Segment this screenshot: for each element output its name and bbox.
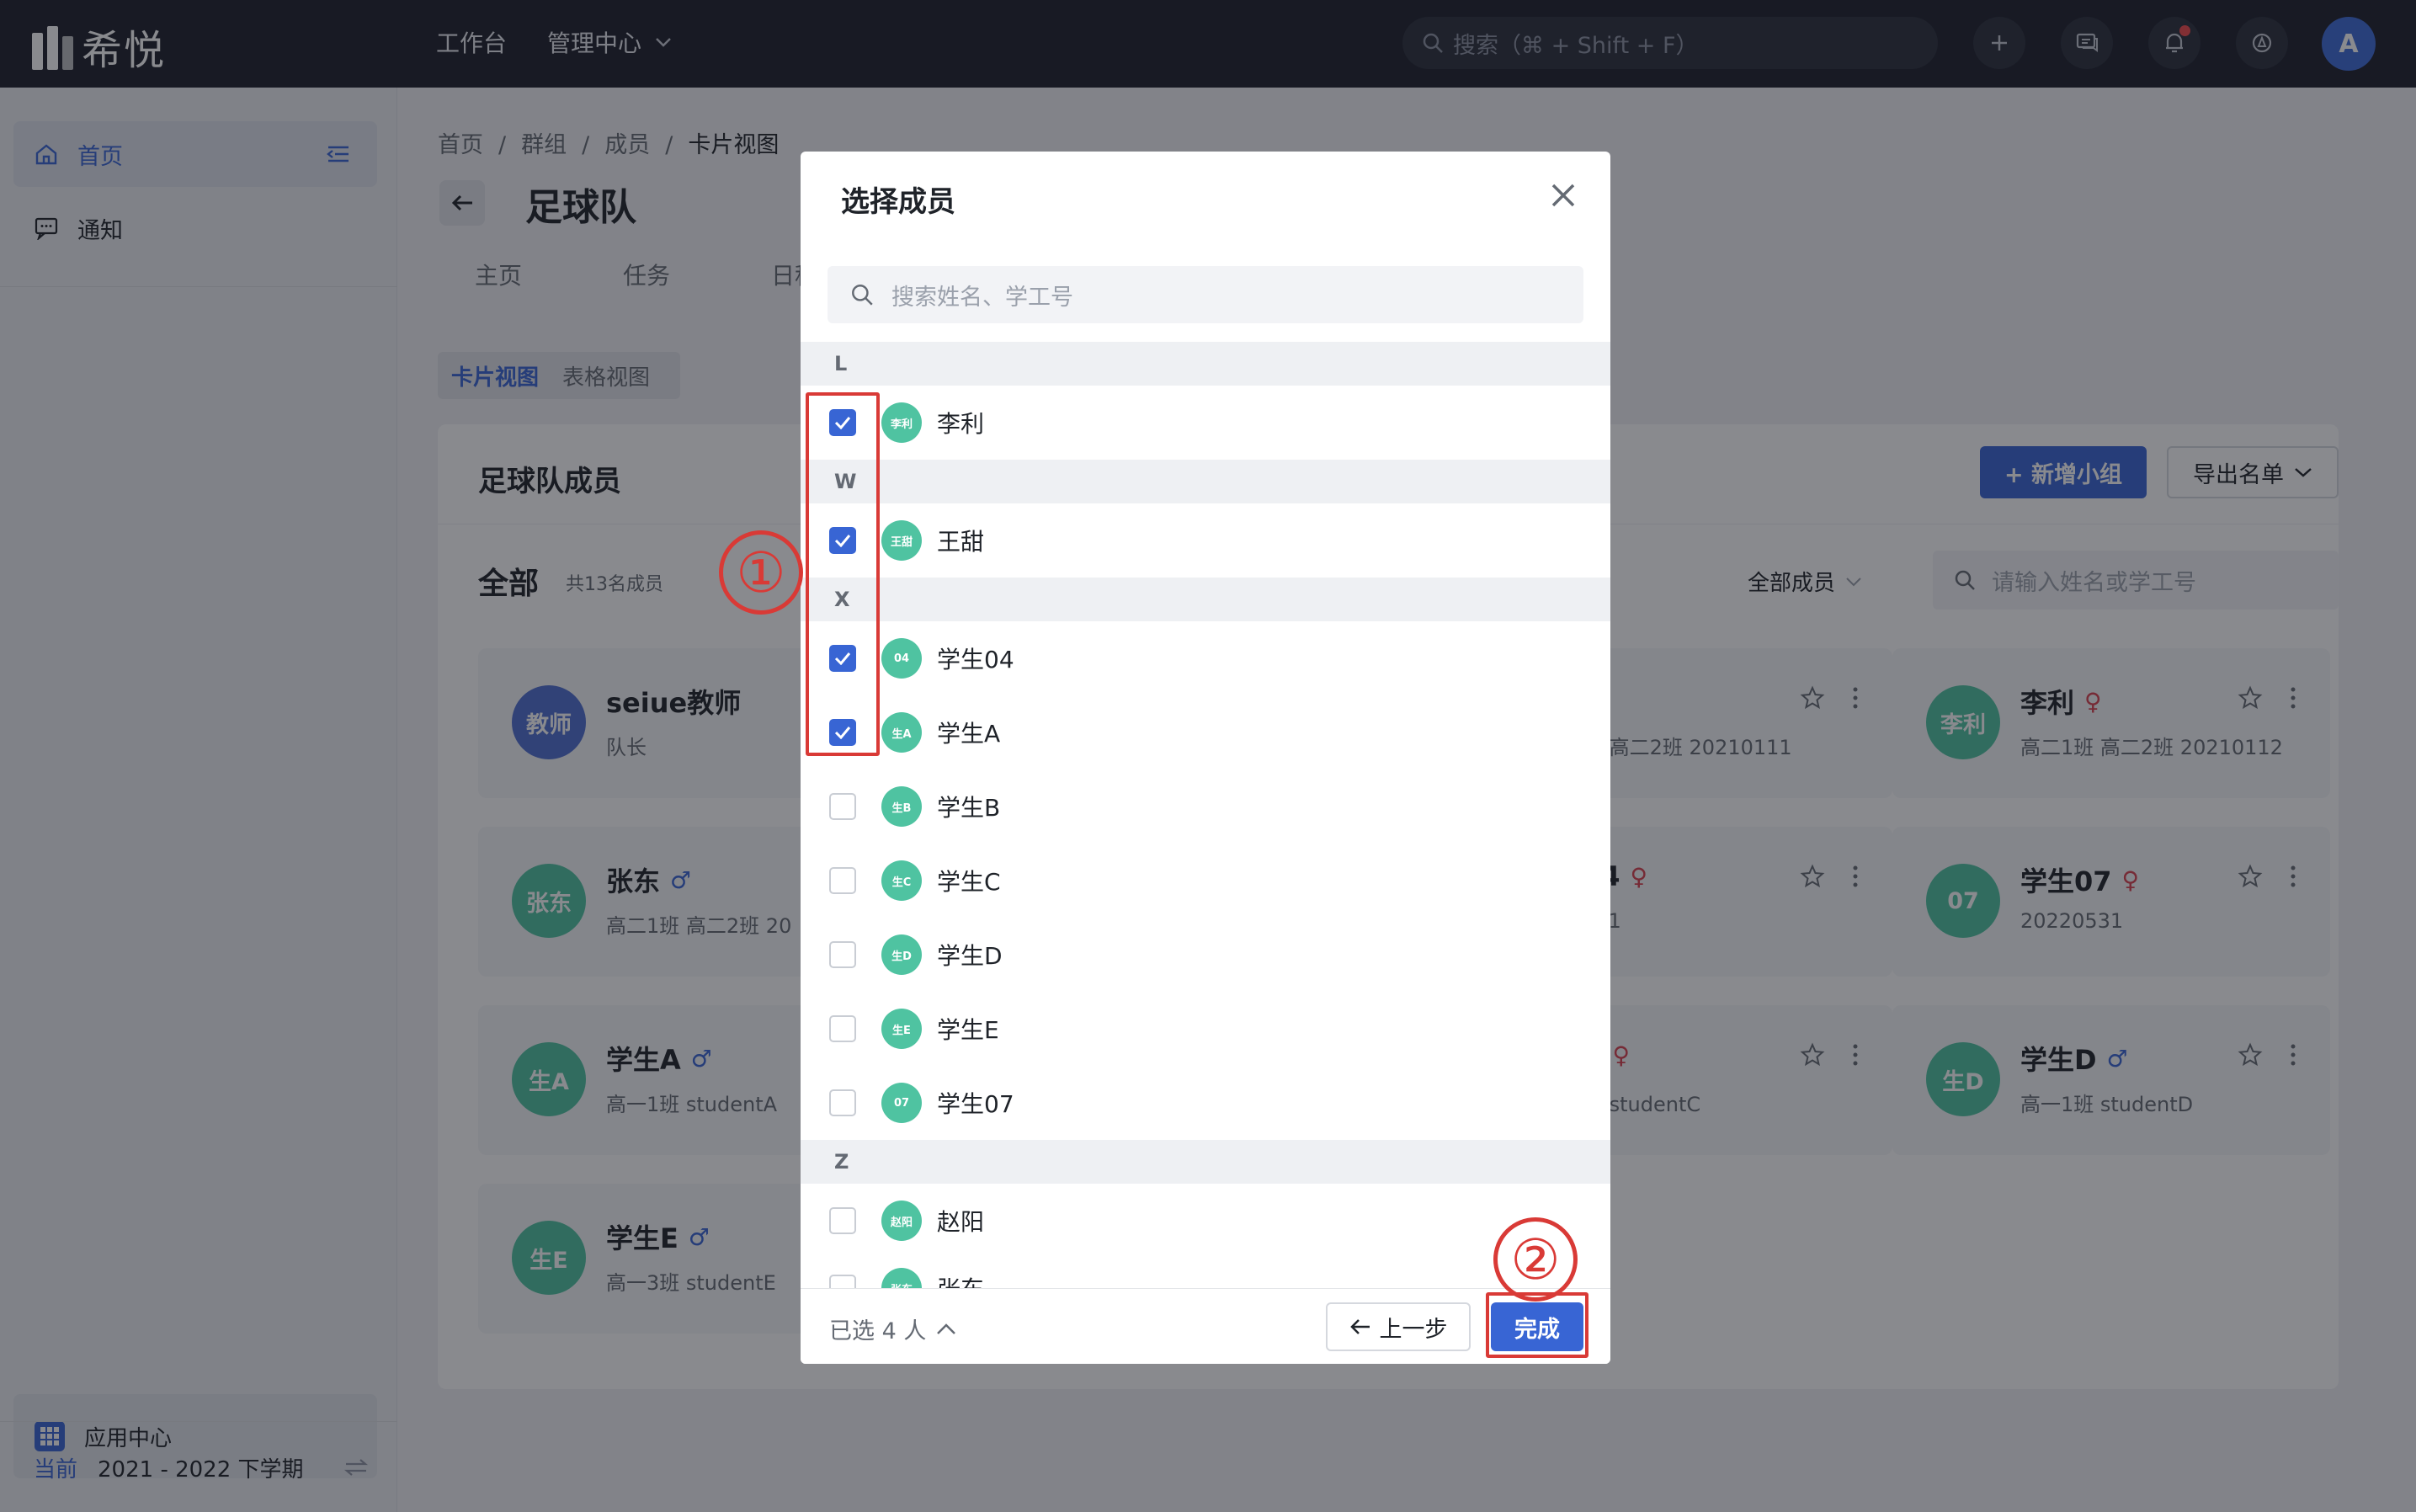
letter-header: L <box>801 342 1610 386</box>
annotation-checkbox-highlight <box>806 392 880 756</box>
member-row[interactable]: 生D 学生D <box>801 918 1610 992</box>
member-name: 学生C <box>937 868 1001 896</box>
annotation-step-one: ① <box>719 530 803 615</box>
annotation-done-highlight <box>1486 1292 1588 1358</box>
member-name: 学生D <box>937 942 1003 970</box>
member-name: 学生B <box>937 794 1001 822</box>
member-row[interactable]: 赵阳 赵阳 <box>801 1184 1610 1258</box>
member-avatar: 生A <box>881 712 922 753</box>
member-avatar: 04 <box>881 638 922 679</box>
member-avatar: 生C <box>881 860 922 901</box>
member-row[interactable]: 04 学生04 <box>801 621 1610 695</box>
annotation-step-two: ② <box>1493 1217 1578 1302</box>
member-checkbox[interactable] <box>829 867 856 894</box>
member-avatar: 07 <box>881 1083 922 1123</box>
member-list: L 李利 李利 W 王甜 王甜 X 04 学生04 生A 学生A 生B 学生B 生C 学生C 生D 学生D 生E 学… <box>801 342 1610 1364</box>
member-name: 学生07 <box>937 1090 1014 1118</box>
member-avatar: 生B <box>881 786 922 827</box>
member-row[interactable]: 生E 学生E <box>801 992 1610 1066</box>
member-row[interactable]: 生B 学生B <box>801 769 1610 844</box>
member-name: 李利 <box>937 410 985 438</box>
member-checkbox[interactable] <box>829 1089 856 1116</box>
selected-count-toggle[interactable]: 已选 4 人 <box>829 1312 956 1345</box>
member-avatar: 赵阳 <box>881 1201 922 1241</box>
letter-header: X <box>801 578 1610 621</box>
modal-title: 选择成员 <box>841 184 955 219</box>
member-checkbox[interactable] <box>829 1207 856 1234</box>
close-icon[interactable] <box>1550 182 1577 209</box>
member-avatar: 李利 <box>881 402 922 443</box>
member-row[interactable]: 王甜 王甜 <box>801 503 1610 578</box>
prev-step-button[interactable]: 上一步 <box>1326 1302 1471 1351</box>
modal-search-input[interactable]: 搜索姓名、学工号 <box>828 266 1583 323</box>
member-name: 学生04 <box>937 646 1014 673</box>
member-checkbox[interactable] <box>829 941 856 968</box>
search-icon <box>852 285 873 306</box>
member-name: 学生E <box>937 1016 999 1044</box>
member-row[interactable]: 生A 学生A <box>801 695 1610 769</box>
selected-count: 已选 4 人 <box>829 1318 927 1344</box>
member-row[interactable]: 生C 学生C <box>801 844 1610 918</box>
chevron-up-icon <box>937 1323 956 1334</box>
prev-step-label: 上一步 <box>1379 1316 1448 1343</box>
member-avatar: 生E <box>881 1009 922 1049</box>
letter-header: Z <box>801 1140 1610 1184</box>
modal-search-placeholder: 搜索姓名、学工号 <box>891 284 1073 311</box>
arrow-left-icon <box>1349 1319 1370 1334</box>
member-name: 王甜 <box>937 528 985 556</box>
select-members-modal: 选择成员 搜索姓名、学工号 L 李利 李利 W 王甜 王甜 X 04 学生04 生A 学生A 生B 学生… <box>801 152 1610 1364</box>
member-name: 赵阳 <box>937 1208 985 1236</box>
member-checkbox[interactable] <box>829 1015 856 1042</box>
member-name: 学生A <box>937 720 1001 748</box>
member-avatar: 生D <box>881 934 922 975</box>
member-checkbox[interactable] <box>829 793 856 820</box>
member-avatar: 王甜 <box>881 520 922 561</box>
member-row[interactable]: 李利 李利 <box>801 386 1610 460</box>
letter-header: W <box>801 460 1610 503</box>
member-row[interactable]: 07 学生07 <box>801 1066 1610 1140</box>
